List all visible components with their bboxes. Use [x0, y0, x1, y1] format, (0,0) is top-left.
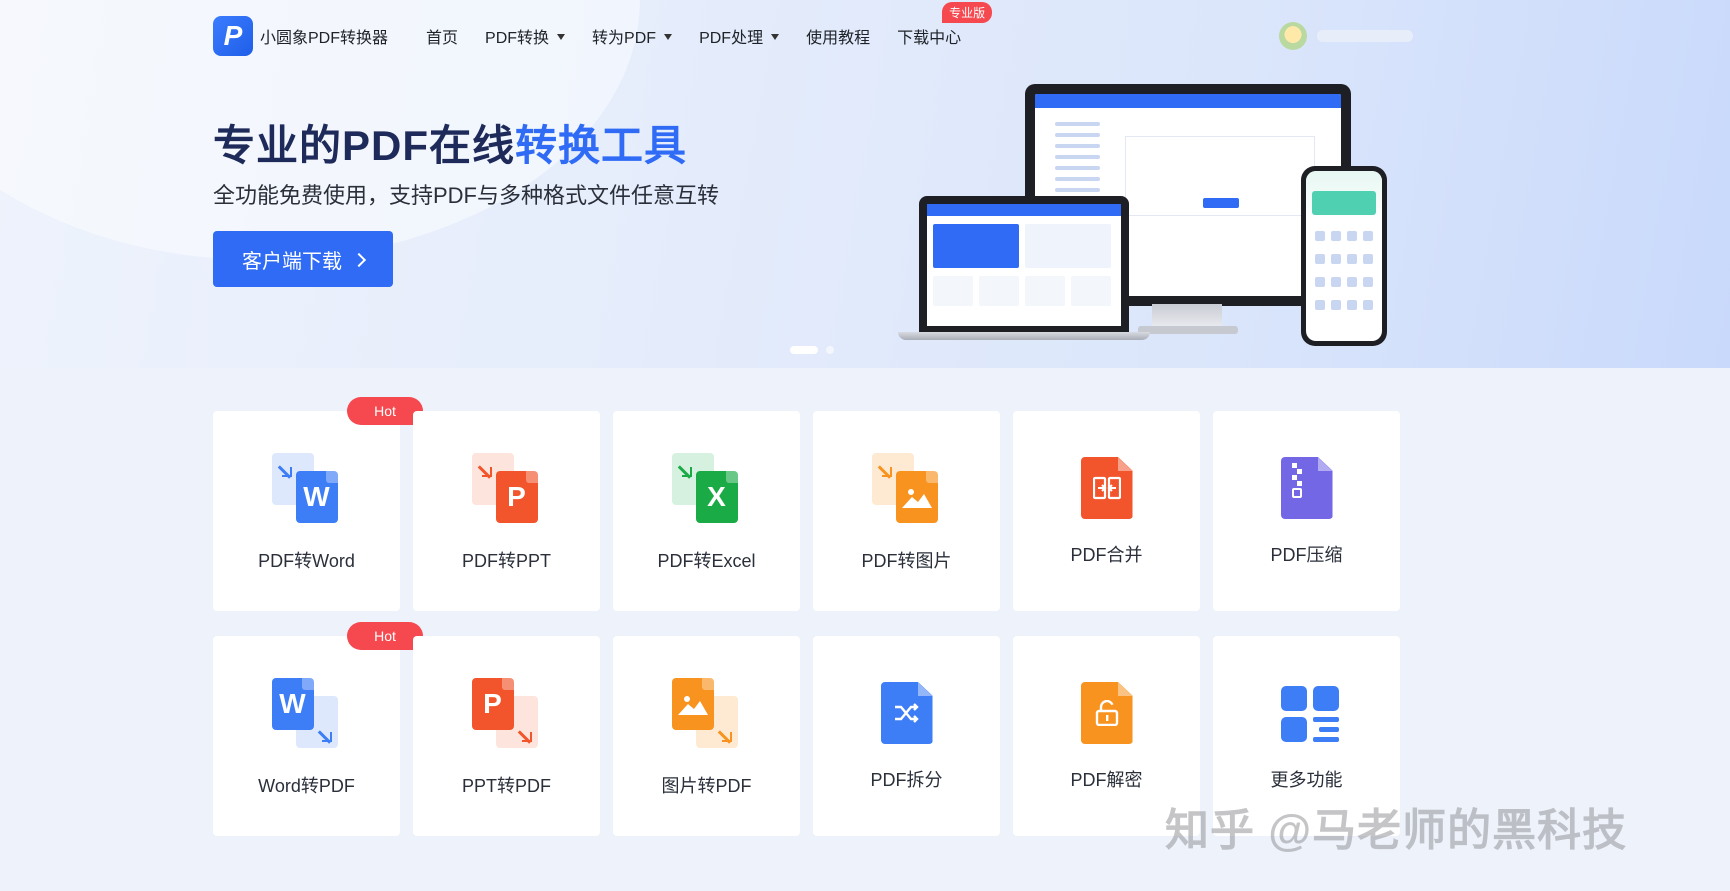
- client-download-button[interactable]: 客户端下载: [213, 231, 393, 287]
- tool-card-pdf-to-excel[interactable]: X PDF转Excel: [613, 411, 800, 611]
- nav-item-to-pdf[interactable]: 转为PDF: [592, 24, 673, 48]
- user-name-blurred: [1317, 30, 1413, 42]
- nav-item-label: PDF转换: [485, 30, 550, 47]
- chevron-down-icon: [771, 34, 780, 40]
- hero-title-main: 专业的PDF在线: [213, 122, 516, 169]
- carousel-dot-1[interactable]: [790, 346, 818, 354]
- app-name: 小圆象PDF转换器: [260, 30, 389, 47]
- hero-title: 专业的PDF在线转换工具: [213, 112, 687, 173]
- nav-item-download-center[interactable]: 下载中心 专业版: [897, 2, 993, 48]
- pdf-compress-icon: [1280, 457, 1333, 519]
- tool-card-pdf-merge[interactable]: PDF合并: [1013, 411, 1200, 611]
- tool-card-pdf-compress[interactable]: PDF压缩: [1213, 411, 1400, 611]
- tool-card-pdf-to-word[interactable]: Hot .c0::before,.c0::after{} W PDF转Word: [213, 397, 423, 611]
- chevron-right-icon: [351, 252, 367, 267]
- tool-label: PDF转Word: [258, 551, 355, 571]
- nav-item-home[interactable]: 首页: [426, 24, 458, 48]
- nav-item-pdf-process[interactable]: PDF处理: [699, 24, 780, 48]
- user-menu[interactable]: [1279, 22, 1413, 50]
- pro-badge: 专业版: [942, 2, 993, 23]
- carousel-dots: [790, 346, 842, 354]
- pdf-to-word-icon: .c0::before,.c0::after{} W: [271, 453, 342, 523]
- carousel-dot-2[interactable]: [826, 346, 834, 354]
- chevron-down-icon: [557, 34, 566, 40]
- tool-card-ppt-to-pdf[interactable]: P PPT转PDF: [413, 636, 600, 836]
- nav-menu: 首页 PDF转换 转为PDF PDF处理 使用教程 下载中心 专业版: [426, 2, 993, 48]
- pdf-split-icon: [880, 682, 933, 744]
- logo-icon: P: [213, 16, 253, 56]
- nav-item-pdf-convert[interactable]: PDF转换: [485, 24, 566, 48]
- tool-label: PDF拆分: [870, 770, 943, 790]
- laptop-illustration: [919, 196, 1129, 332]
- tool-label: PDF解密: [1070, 770, 1143, 790]
- tool-label: PDF转PPT: [461, 551, 551, 571]
- tool-label: 更多功能: [1270, 770, 1343, 790]
- pdf-to-image-icon: [871, 453, 942, 523]
- client-download-label: 客户端下载: [242, 250, 342, 273]
- watermark: 知乎 @马老师的黑科技: [1165, 806, 1628, 855]
- tool-card-pdf-to-ppt[interactable]: P PDF转PPT: [413, 411, 600, 611]
- avatar[interactable]: [1279, 22, 1307, 50]
- chevron-down-icon: [664, 34, 673, 40]
- laptop-base: [898, 332, 1150, 340]
- hot-badge: Hot: [347, 622, 423, 650]
- hero-subtitle: 全功能免费使用，支持PDF与多种格式文件任意互转: [213, 183, 720, 208]
- tool-label: PDF合并: [1070, 545, 1143, 565]
- pdf-decrypt-icon: [1080, 682, 1133, 744]
- nav-item-label: 使用教程: [806, 30, 871, 47]
- tool-label: PDF转图片: [861, 551, 952, 571]
- pdf-to-excel-icon: X: [671, 453, 742, 523]
- more-functions-icon: [1280, 682, 1339, 744]
- nav-item-label: 首页: [426, 30, 459, 47]
- phone-illustration: [1301, 166, 1387, 346]
- word-to-pdf-icon: W: [271, 678, 342, 748]
- tool-card-pdf-to-image[interactable]: PDF转图片: [813, 411, 1000, 611]
- tool-label: PDF压缩: [1270, 545, 1343, 565]
- nav-item-label: 下载中心: [897, 30, 962, 47]
- nav-item-label: PDF处理: [699, 30, 764, 47]
- hero-banner: P 小圆象PDF转换器 首页 PDF转换 转为PDF PDF处理 使用教程 下载…: [0, 0, 1730, 368]
- hero-title-accent: 转换工具: [515, 122, 688, 169]
- ppt-to-pdf-icon: P: [471, 678, 542, 748]
- tool-card-pdf-split[interactable]: PDF拆分: [813, 636, 1000, 836]
- pdf-to-ppt-icon: P: [471, 453, 542, 523]
- tool-label: PDF转Excel: [657, 551, 756, 571]
- tool-label: 图片转PDF: [661, 776, 752, 796]
- tool-label: Word转PDF: [258, 776, 355, 796]
- pdf-merge-icon: [1080, 457, 1133, 519]
- tool-card-word-to-pdf[interactable]: Hot W Word转PDF: [213, 622, 423, 836]
- nav-item-tutorial[interactable]: 使用教程: [806, 24, 870, 48]
- tool-card-image-to-pdf[interactable]: 图片转PDF: [613, 636, 800, 836]
- logo[interactable]: P 小圆象PDF转换器: [213, 16, 388, 56]
- hot-badge: Hot: [347, 397, 423, 425]
- tool-label: PPT转PDF: [461, 776, 551, 796]
- top-nav: P 小圆象PDF转换器 首页 PDF转换 转为PDF PDF处理 使用教程 下载…: [213, 2, 993, 56]
- image-to-pdf-icon: [671, 678, 742, 748]
- monitor-base: [1138, 326, 1238, 334]
- nav-item-label: 转为PDF: [592, 30, 657, 47]
